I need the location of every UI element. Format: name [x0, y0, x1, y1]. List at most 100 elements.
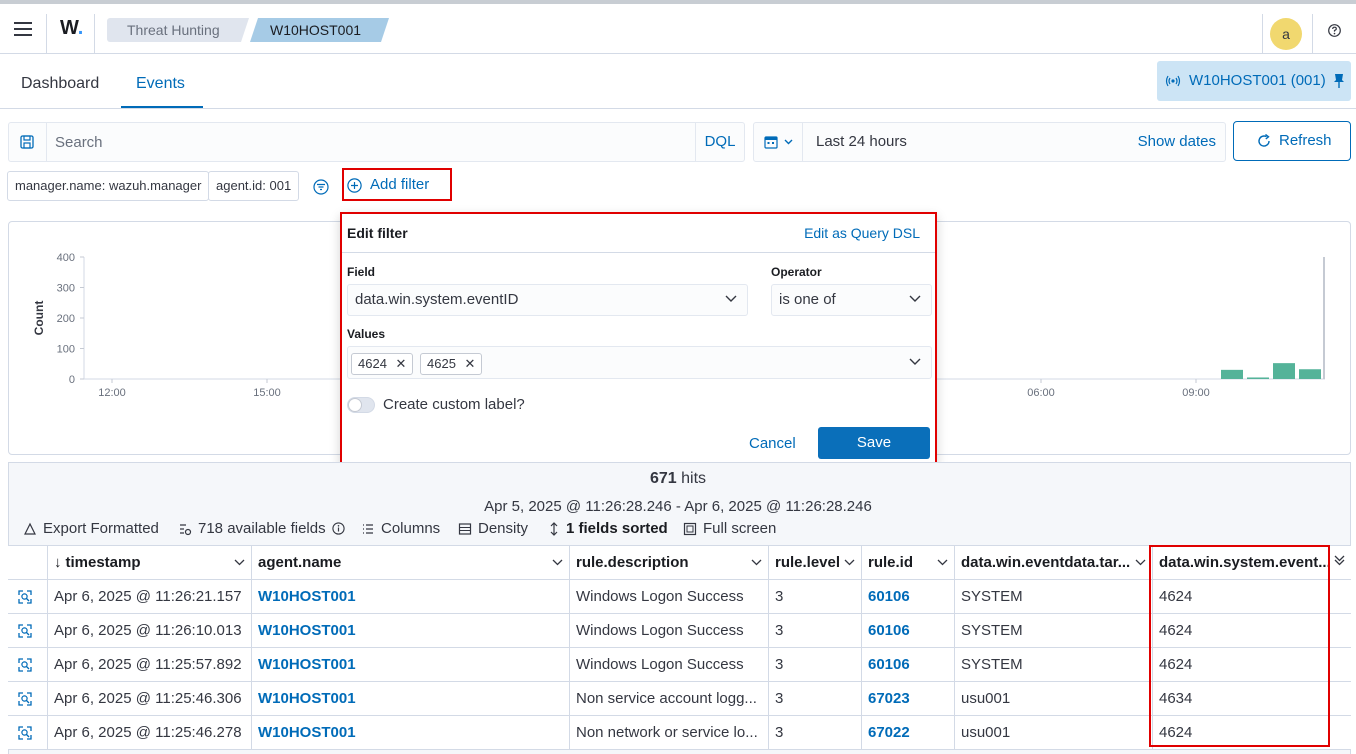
sort-fields-button[interactable]: 1 fields sorted	[548, 520, 668, 537]
column-header-rule-level[interactable]: rule.level	[768, 546, 861, 580]
filter-options-icon[interactable]	[313, 179, 329, 195]
x-tick-label: 12:00	[98, 387, 126, 399]
save-button[interactable]: Save	[818, 427, 930, 459]
column-header-system-event-id[interactable]: data.win.system.event...	[1152, 546, 1351, 580]
cell-system-event-id: 4624	[1152, 580, 1351, 613]
cell-agent-name-link[interactable]: W10HOST001	[251, 614, 569, 647]
x-tick-label: 15:00	[253, 387, 281, 399]
chevron-down-icon[interactable]	[937, 559, 948, 566]
cell-rule-description: Non network or service lo...	[569, 716, 768, 749]
column-header-timestamp[interactable]: ↓ timestamp	[47, 546, 251, 580]
cell-rule-description: Windows Logon Success	[569, 580, 768, 613]
header-actions-cell	[8, 546, 47, 580]
x-tick-label: 09:00	[1182, 387, 1210, 399]
chevron-down-icon[interactable]	[234, 559, 245, 566]
wazuh-logo[interactable]: W.	[60, 17, 83, 40]
y-tick-label: 300	[57, 283, 75, 295]
inspect-document-icon[interactable]	[8, 682, 47, 715]
full-screen-button[interactable]: Full screen	[683, 520, 776, 537]
help-icon[interactable]	[1328, 24, 1341, 37]
field-select-value: data.win.system.eventID	[355, 291, 519, 308]
sort-down-arrow-icon: ↓	[54, 554, 62, 571]
agent-selector-label: W10HOST001 (001)	[1189, 72, 1326, 89]
popover-title: Edit filter	[347, 225, 408, 241]
values-combobox[interactable]: 4624 ✕ 4625 ✕	[347, 346, 932, 379]
close-icon[interactable]: ✕	[396, 356, 407, 371]
inspect-document-icon[interactable]	[8, 614, 47, 647]
y-tick-label: 0	[69, 374, 75, 386]
cell-agent-name-link[interactable]: W10HOST001	[251, 580, 569, 613]
cell-agent-name-link[interactable]: W10HOST001	[251, 716, 569, 749]
export-formatted-button[interactable]: Export Formatted	[23, 520, 159, 537]
cell-rule-id-link[interactable]: 60106	[861, 648, 954, 681]
chevron-down-icon[interactable]	[751, 559, 762, 566]
inspect-document-icon[interactable]	[8, 580, 47, 613]
fullscreen-icon	[683, 522, 697, 535]
avatar[interactable]: a	[1270, 18, 1302, 50]
cell-system-event-id: 4624	[1152, 716, 1351, 749]
add-filter-button[interactable]: Add filter	[342, 168, 452, 201]
agent-selector-button[interactable]: W10HOST001 (001)	[1157, 61, 1351, 101]
custom-label-toggle[interactable]	[347, 397, 375, 413]
column-header-rule-id[interactable]: rule.id	[861, 546, 954, 580]
chevron-down-icon[interactable]	[1135, 559, 1146, 566]
columns-button[interactable]: Columns	[361, 520, 440, 537]
cell-rule-id-link[interactable]: 60106	[861, 580, 954, 613]
plus-circle-icon	[347, 178, 362, 193]
column-header-eventdata-target[interactable]: data.win.eventdata.tar...	[954, 546, 1152, 580]
inspect-document-icon[interactable]	[8, 648, 47, 681]
tab-dashboard[interactable]: Dashboard	[21, 75, 99, 93]
cell-rule-id-link[interactable]: 67022	[861, 716, 954, 749]
popover-divider	[342, 252, 935, 253]
breadcrumb-threat-hunting[interactable]: Threat Hunting	[107, 18, 249, 42]
breadcrumb-agent[interactable]: W10HOST001	[250, 18, 389, 42]
values-label: Values	[347, 327, 386, 341]
cell-rule-id-link[interactable]: 67023	[861, 682, 954, 715]
refresh-button[interactable]: Refresh	[1233, 121, 1351, 161]
chevron-down-icon[interactable]	[552, 559, 563, 566]
sort-icon	[550, 521, 558, 536]
filter-pill-agent[interactable]: agent.id: 001	[208, 171, 300, 201]
column-header-rule-description[interactable]: rule.description	[569, 546, 768, 580]
x-tick-label: 06:00	[1027, 387, 1055, 399]
cell-agent-name-link[interactable]: W10HOST001	[251, 648, 569, 681]
hits-count: 671 hits	[649, 470, 707, 487]
saved-query-icon[interactable]	[20, 135, 34, 149]
pin-icon[interactable]	[1333, 73, 1345, 89]
info-icon[interactable]	[331, 522, 345, 535]
edit-as-query-dsl-link[interactable]: Edit as Query DSL	[804, 225, 920, 241]
cell-agent-name-link[interactable]: W10HOST001	[251, 682, 569, 715]
cell-rule-level: 3	[768, 614, 861, 647]
cell-rule-level: 3	[768, 682, 861, 715]
y-tick-label: 400	[57, 252, 75, 264]
chevron-down-icon	[909, 295, 921, 303]
query-language-button[interactable]: DQL	[695, 123, 744, 161]
density-button[interactable]: Density	[458, 520, 528, 537]
cancel-button[interactable]: Cancel	[749, 435, 796, 452]
show-dates-link[interactable]: Show dates	[1138, 133, 1216, 150]
field-select[interactable]: data.win.system.eventID	[347, 284, 748, 316]
column-scroll-chevron-icon[interactable]	[1334, 555, 1345, 562]
operator-select[interactable]: is one of	[771, 284, 932, 316]
value-chip[interactable]: 4624 ✕	[351, 353, 414, 375]
cell-rule-id-link[interactable]: 60106	[861, 614, 954, 647]
tab-events[interactable]: Events	[136, 75, 185, 93]
date-range-label[interactable]: Last 24 hours	[816, 133, 907, 150]
column-header-agent-name[interactable]: agent.name	[251, 546, 569, 580]
cell-rule-level: 3	[768, 716, 861, 749]
search-input[interactable]	[46, 123, 697, 161]
cell-system-event-id: 4624	[1152, 614, 1351, 647]
filter-pill-manager[interactable]: manager.name: wazuh.manager	[7, 171, 210, 201]
menu-icon[interactable]	[14, 22, 32, 36]
inspect-document-icon[interactable]	[8, 716, 47, 749]
value-chip[interactable]: 4625 ✕	[420, 353, 483, 375]
cell-timestamp: Apr 6, 2025 @ 11:25:46.306	[47, 682, 251, 715]
chevron-down-icon[interactable]	[844, 559, 855, 566]
add-filter-label: Add filter	[370, 176, 430, 193]
close-icon[interactable]: ✕	[465, 356, 476, 371]
cell-system-event-id: 4634	[1152, 682, 1351, 715]
calendar-icon[interactable]	[764, 135, 794, 149]
cell-timestamp: Apr 6, 2025 @ 11:26:21.157	[47, 580, 251, 613]
available-fields-button[interactable]: 718 available fields	[178, 520, 345, 537]
chevron-down-icon[interactable]	[909, 358, 921, 366]
